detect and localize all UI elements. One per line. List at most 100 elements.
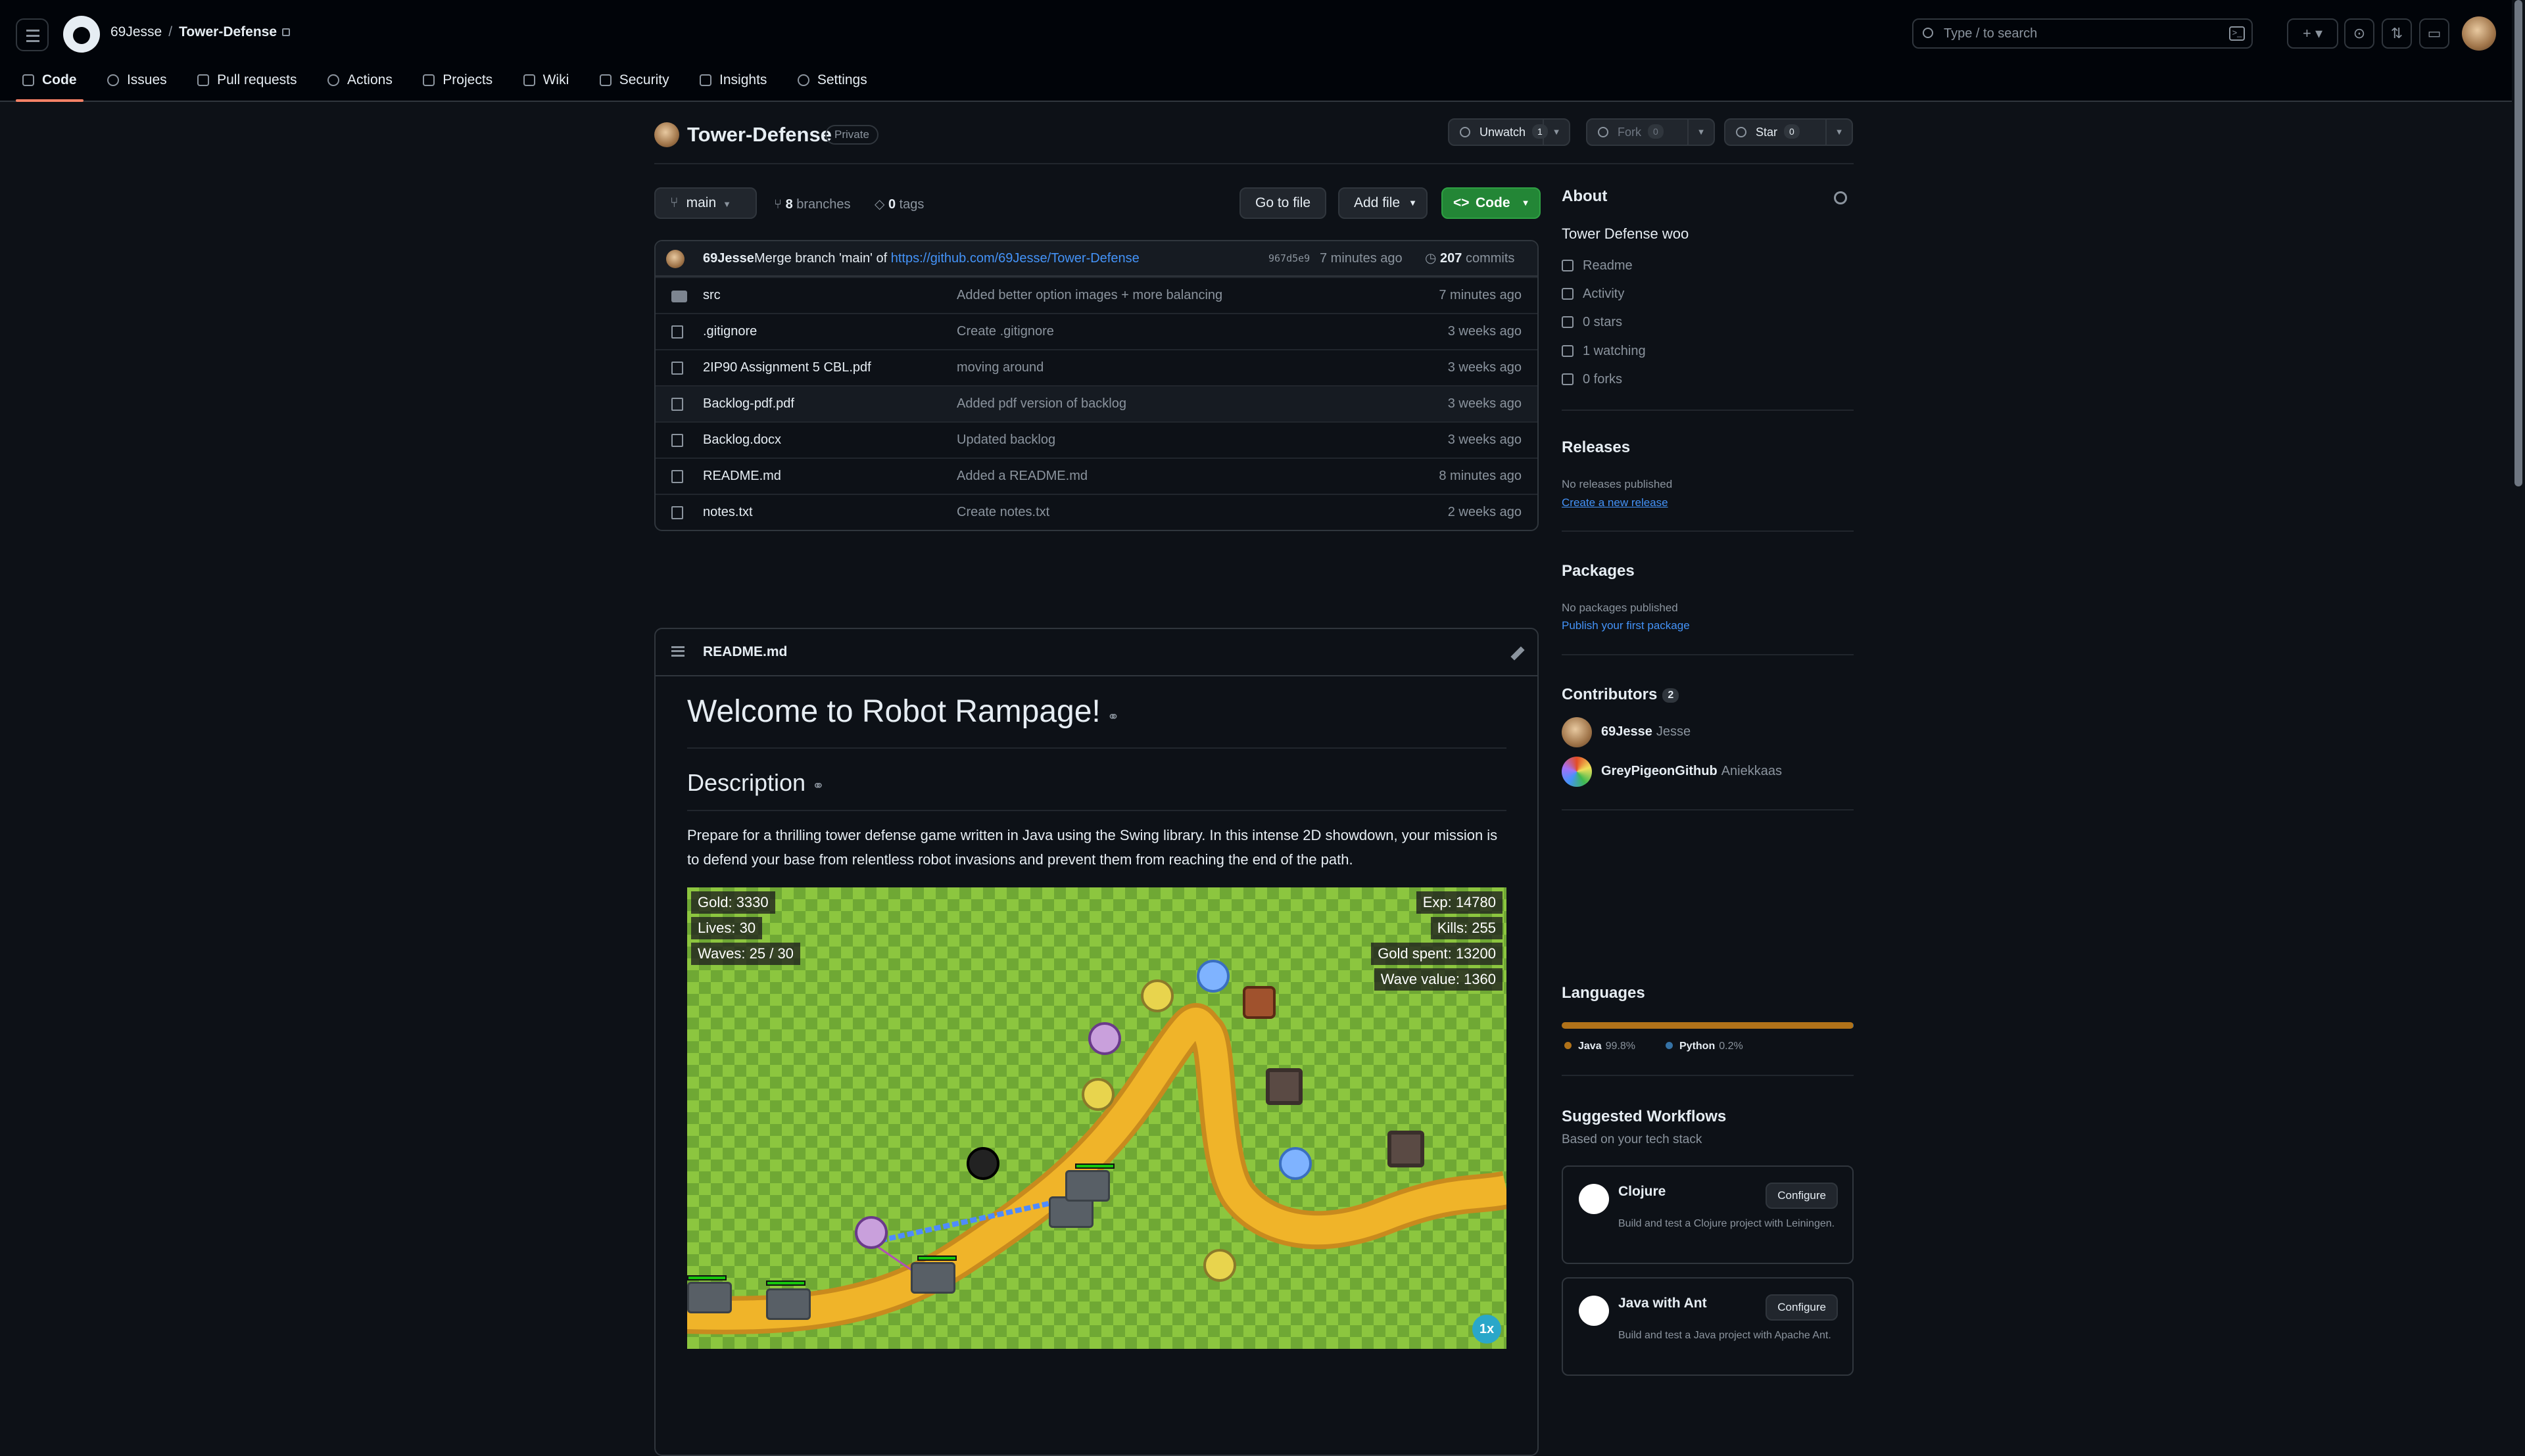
file-commit-message[interactable]: Create notes.txt [957, 495, 1049, 530]
file-commit-message[interactable]: moving around [957, 350, 1044, 385]
chevron-down-icon[interactable]: ▼ [1825, 120, 1852, 145]
graph-icon [700, 74, 712, 86]
file-name[interactable]: README.md [703, 459, 781, 494]
create-new-button[interactable]: + ▾ [2287, 18, 2338, 49]
book-icon [1562, 260, 1574, 271]
file-commit-message[interactable]: Added pdf version of backlog [957, 387, 1126, 421]
link-icon[interactable]: ⚭ [812, 778, 824, 794]
tab-issues[interactable]: Issues [101, 64, 174, 101]
configure-button[interactable]: Configure [1766, 1183, 1838, 1209]
pull-requests-icon[interactable]: ⇅ [2382, 18, 2412, 49]
search-input[interactable]: Type / to search >_ [1912, 18, 2253, 49]
file-name[interactable]: 2IP90 Assignment 5 CBL.pdf [703, 350, 871, 385]
file-row[interactable]: .gitignore Create .gitignore 3 weeks ago [656, 313, 1537, 349]
contributors-title[interactable]: Contributors 2 [1562, 686, 1679, 704]
file-row[interactable]: Backlog.docx Updated backlog 3 weeks ago [656, 421, 1537, 458]
file-row[interactable]: Backlog-pdf.pdf Added pdf version of back… [656, 385, 1537, 421]
tab-code[interactable]: Code [16, 64, 84, 102]
breadcrumb-repo[interactable]: Tower-Defense [179, 24, 277, 39]
gold-spent-stat: Gold spent: 13200 [1371, 943, 1503, 965]
configure-button[interactable]: Configure [1766, 1294, 1838, 1321]
branch-icon: ⑂ [774, 197, 786, 212]
branches-label: branches [796, 197, 851, 212]
add-file-button[interactable]: Add file ▼ [1338, 187, 1428, 219]
file-age: 3 weeks ago [1447, 396, 1522, 411]
readme-link-label: Readme [1583, 258, 1633, 273]
chevron-down-icon[interactable]: ▼ [1543, 120, 1569, 145]
file-name[interactable]: Backlog-pdf.pdf [703, 387, 794, 421]
file-row[interactable]: src Added better option images + more bal… [656, 277, 1537, 313]
file-name[interactable]: Backlog.docx [703, 423, 781, 458]
language-python[interactable]: Python 0.2% [1666, 1041, 1743, 1052]
gear-icon[interactable] [1834, 191, 1847, 204]
file-commit-message[interactable]: Added better option images + more balanc… [957, 278, 1222, 313]
readme-link[interactable]: Readme [1562, 258, 1633, 273]
chevron-down-icon[interactable]: ▼ [1687, 120, 1714, 145]
commit-sha[interactable]: 967d5e9 [1268, 241, 1310, 275]
commit-author[interactable]: 69Jesse [703, 241, 754, 275]
contributor-item[interactable]: 69Jesse Jesse [1562, 716, 1691, 747]
code-button[interactable]: <> Code ▼ [1441, 187, 1541, 219]
tower-icon [1088, 1022, 1121, 1055]
issues-icon[interactable]: ⊙ [2344, 18, 2374, 49]
commits-count: 207 [1440, 251, 1462, 266]
file-row[interactable]: notes.txt Create notes.txt 2 weeks ago [656, 494, 1537, 530]
go-to-file-button[interactable]: Go to file [1239, 187, 1327, 219]
file-name[interactable]: notes.txt [703, 495, 753, 530]
commits-link[interactable]: ◷ 207 commits [1425, 241, 1514, 275]
stars-link-label: 0 stars [1583, 315, 1623, 329]
file-name[interactable]: src [703, 278, 721, 313]
repo-title[interactable]: Tower-Defense [687, 122, 832, 148]
file-age: 7 minutes ago [1439, 288, 1522, 302]
wave-value-stat: Wave value: 1360 [1374, 968, 1503, 991]
file-age: 3 weeks ago [1447, 360, 1522, 375]
tab-actions[interactable]: Actions [321, 64, 399, 101]
file-row[interactable]: 2IP90 Assignment 5 CBL.pdf moving around 3… [656, 349, 1537, 385]
readme-filename[interactable]: README.md [703, 629, 787, 675]
stars-link[interactable]: 0 stars [1562, 315, 1622, 330]
scrollbar[interactable] [2512, 0, 2525, 1297]
tab-pull-requests[interactable]: Pull requests [191, 64, 303, 101]
file-name[interactable]: .gitignore [703, 314, 757, 349]
contributor-item[interactable]: GreyPigeonGithub Aniekkaas [1562, 755, 1782, 787]
pencil-icon[interactable] [1510, 646, 1525, 661]
avatar[interactable] [666, 250, 685, 268]
branches-link[interactable]: ⑂ 8 branches [774, 195, 851, 214]
workflow-name: Clojure [1618, 1184, 1666, 1199]
unwatch-button[interactable]: Unwatch 1 ▼ [1448, 118, 1570, 146]
branch-select[interactable]: ⑂ main ▼ [654, 187, 757, 219]
releases-title[interactable]: Releases [1562, 438, 1630, 457]
tab-insights[interactable]: Insights [693, 64, 773, 101]
language-java[interactable]: Java 99.8% [1564, 1041, 1635, 1052]
tab-settings[interactable]: Settings [791, 64, 874, 101]
file-commit-message[interactable]: Added a README.md [957, 459, 1088, 494]
avatar[interactable] [2462, 16, 2496, 51]
owner-avatar[interactable] [654, 122, 679, 147]
file-row[interactable]: README.md Added a README.md 8 minutes ago [656, 458, 1537, 494]
watching-link[interactable]: 1 watching [1562, 344, 1646, 359]
file-commit-message[interactable]: Updated backlog [957, 423, 1055, 458]
latest-commit: 69Jesse Merge branch 'main' of https://g… [656, 241, 1537, 277]
file-commit-message[interactable]: Create .gitignore [957, 314, 1054, 349]
publish-package-link[interactable]: Publish your first package [1562, 619, 1690, 632]
command-palette-icon[interactable]: >_ [2229, 26, 2245, 41]
star-button[interactable]: Star 0 ▼ [1724, 118, 1853, 146]
scrollbar-thumb[interactable] [2514, 0, 2522, 486]
list-icon[interactable] [671, 646, 685, 657]
inbox-icon[interactable]: ▭ [2419, 18, 2449, 49]
tab-wiki[interactable]: Wiki [517, 64, 576, 101]
tab-security[interactable]: Security [593, 64, 676, 101]
link-icon[interactable]: ⚭ [1107, 709, 1119, 725]
breadcrumb-owner[interactable]: 69Jesse [110, 24, 162, 39]
tags-link[interactable]: ◇ 0 tags [875, 195, 924, 214]
commit-link[interactable]: https://github.com/69Jesse/Tower-Defense [891, 251, 1140, 266]
packages-title[interactable]: Packages [1562, 562, 1635, 580]
forks-link[interactable]: 0 forks [1562, 372, 1622, 387]
github-logo-icon[interactable] [63, 16, 100, 53]
activity-link[interactable]: Activity [1562, 287, 1624, 302]
create-release-link[interactable]: Create a new release [1562, 496, 1668, 509]
fork-button[interactable]: Fork 0 ▼ [1586, 118, 1715, 146]
tab-projects[interactable]: Projects [416, 64, 499, 101]
divider [1562, 809, 1854, 810]
menu-icon[interactable] [16, 18, 49, 51]
